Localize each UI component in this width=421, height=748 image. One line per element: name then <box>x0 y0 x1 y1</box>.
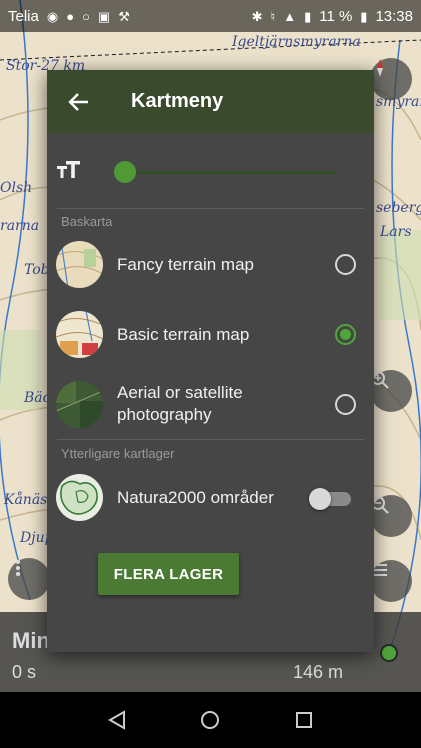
carrier-name: Telia <box>8 7 39 25</box>
dialog-header: Kartmeny <box>47 70 374 133</box>
zoom-in-button[interactable] <box>370 370 412 412</box>
signal-icon: ▮ <box>304 8 312 24</box>
section-label-base-map: Baskarta <box>61 214 113 229</box>
toggle-thumb <box>309 488 331 510</box>
map-label: seberg <box>376 200 421 216</box>
radio-button[interactable] <box>335 394 356 415</box>
map-label: Lars <box>380 224 412 240</box>
chat-icon: ○ <box>82 8 90 24</box>
basic-map-thumbnail <box>56 311 103 358</box>
home-nav-button[interactable] <box>190 700 230 740</box>
map-label: Olsh <box>0 180 33 196</box>
overflow-menu-button[interactable] <box>8 558 50 600</box>
recents-nav-button[interactable] <box>284 700 324 740</box>
map-label: Tob <box>24 262 50 278</box>
layer-toggle[interactable] <box>309 488 351 510</box>
layers-button[interactable] <box>370 560 412 602</box>
map-label: Igeltjärnsmyrarna <box>232 34 361 50</box>
radio-button-selected[interactable] <box>335 324 356 345</box>
back-button[interactable] <box>47 70 111 133</box>
map-label: rarna <box>0 218 40 234</box>
divider <box>57 208 364 209</box>
fancy-map-thumbnail <box>56 241 103 288</box>
natura2000-thumbnail <box>56 474 103 521</box>
radio-button[interactable] <box>335 254 356 275</box>
map-menu-dialog: Kartmeny Baskarta Fancy terrain map Basi… <box>47 70 374 652</box>
arrow-back-icon <box>68 92 88 111</box>
square-recents-icon <box>296 712 313 728</box>
more-layers-button[interactable]: FLERA LAGER <box>98 553 239 595</box>
track-time: 0 s <box>12 662 37 682</box>
circle-home-icon <box>201 711 220 729</box>
back-nav-button[interactable] <box>97 700 137 740</box>
text-size-slider-thumb[interactable] <box>114 161 136 183</box>
base-map-label: Fancy terrain map <box>117 255 254 274</box>
base-map-option-fancy[interactable]: Fancy terrain map <box>47 235 374 295</box>
layer-option-natura2000[interactable]: Natura2000 områder <box>47 468 374 528</box>
notification-icon: ● <box>66 8 75 24</box>
layer-label: Natura2000 områder <box>117 488 274 507</box>
gps-status-indicator <box>380 644 398 662</box>
triangle-back-icon <box>107 710 125 730</box>
wrench-icon: ⚒ <box>118 8 130 24</box>
more-vert-icon <box>16 560 20 576</box>
map-label: Kånäs <box>4 492 48 508</box>
compass-button[interactable] <box>370 58 412 100</box>
status-bar: Telia ◉ ● ○ ▣ ⚒ ✱ ♮ ▲ ▮ 11 % ▮ 13:38 <box>0 0 421 32</box>
mute-icon: ♮ <box>270 8 276 24</box>
aerial-map-thumbnail <box>56 381 103 428</box>
base-map-option-aerial[interactable]: Aerial or satellite photography <box>47 375 374 435</box>
bluetooth-icon: ✱ <box>251 8 263 24</box>
text-size-icon <box>57 160 81 186</box>
track-title: Min <box>12 628 50 653</box>
base-map-option-basic[interactable]: Basic terrain map <box>47 305 374 365</box>
image-icon: ▣ <box>97 8 111 24</box>
track-distance: 146 m <box>293 662 344 682</box>
battery-icon: ▮ <box>360 8 368 24</box>
base-map-label: Basic terrain map <box>117 325 250 344</box>
clock: 13:38 <box>375 7 413 25</box>
base-map-label: Aerial or satellite photography <box>117 383 243 424</box>
wifi-icon: ▲ <box>283 8 297 24</box>
zoom-out-button[interactable] <box>370 495 412 537</box>
navigation-bar <box>0 692 421 748</box>
dialog-title: Kartmeny <box>131 90 224 112</box>
section-label-extra-layers: Ytterligare kartlager <box>61 446 175 461</box>
battery-percent: 11 % <box>319 7 353 25</box>
location-icon: ◉ <box>46 8 59 24</box>
text-size-slider-track[interactable] <box>121 171 337 174</box>
text-size-row <box>47 150 374 194</box>
divider <box>57 439 364 440</box>
